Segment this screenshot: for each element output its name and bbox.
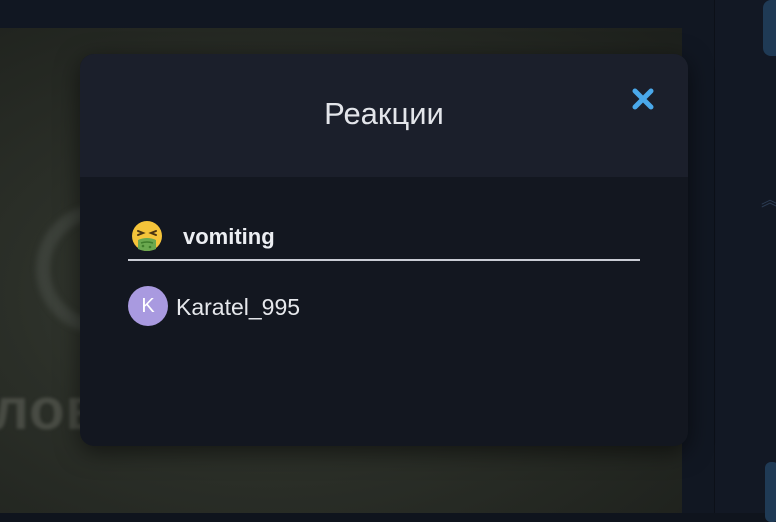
right-sidebar: ︽	[714, 0, 776, 522]
reaction-tab-label: vomiting	[183, 224, 275, 249]
modal-title: Реакции	[324, 96, 444, 131]
close-icon	[632, 88, 654, 110]
username: Karatel_995	[176, 294, 301, 320]
list-item[interactable]: K Karatel_995	[128, 286, 428, 326]
modal-header: Реакции	[80, 54, 688, 177]
nauseated-face-emoji-icon	[132, 221, 162, 251]
chevron-up-icon[interactable]: ︽	[761, 186, 776, 212]
reaction-tab-vomiting[interactable]: vomiting	[128, 214, 640, 261]
sidebar-button[interactable]	[765, 462, 776, 522]
reactions-modal: Реакции vomiting K Karatel_995	[80, 54, 688, 446]
close-button[interactable]	[628, 84, 658, 114]
sidebar-button[interactable]	[763, 0, 776, 56]
top-bar	[0, 0, 714, 28]
avatar: K	[128, 286, 168, 326]
